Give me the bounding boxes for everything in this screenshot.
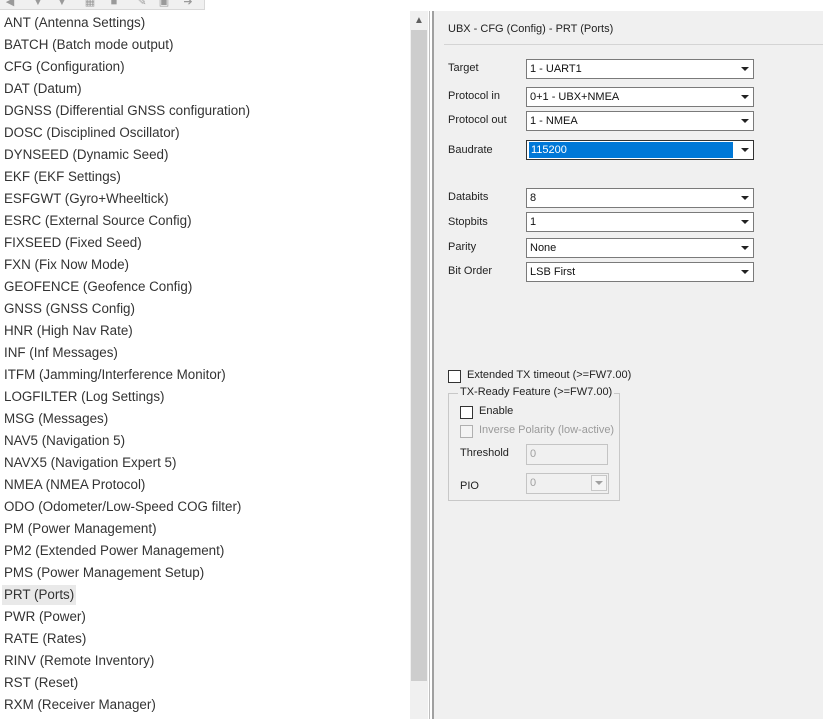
list-scrollbar[interactable]: ▲ — [410, 11, 428, 719]
target-label: Target — [448, 62, 479, 74]
list-item[interactable]: NAVX5 (Navigation Expert 5) — [2, 453, 178, 473]
list-item[interactable]: MSG (Messages) — [2, 409, 110, 429]
extended-tx-timeout-checkbox[interactable] — [448, 370, 461, 383]
threshold-field[interactable]: 0 — [526, 444, 608, 465]
save-icon[interactable]: ■ — [108, 0, 120, 8]
protocol-in-select[interactable]: 0+1 - UBX+NMEA — [526, 87, 754, 107]
scroll-thumb[interactable] — [411, 30, 427, 681]
list-item[interactable]: PRT (Ports) — [2, 585, 77, 605]
arrow-down-icon[interactable]: ▼ — [32, 0, 44, 8]
export-icon[interactable]: ▣ — [158, 0, 170, 8]
stopbits-select[interactable]: 1 — [526, 212, 754, 232]
bit-order-value: LSB First — [530, 266, 576, 278]
list-item[interactable]: RXM (Receiver Manager) — [2, 695, 158, 715]
grid-icon[interactable]: ▦ — [84, 0, 96, 8]
target-value: 1 - UART1 — [530, 63, 582, 75]
databits-label: Databits — [448, 191, 489, 203]
list-item[interactable]: PM (Power Management) — [2, 519, 159, 539]
list-item[interactable]: ODO (Odometer/Low-Speed COG filter) — [2, 497, 243, 517]
list-item[interactable]: ANT (Antenna Settings) — [2, 13, 147, 33]
chevron-down-icon[interactable] — [735, 60, 753, 78]
protocol-out-label: Protocol out — [448, 114, 507, 126]
tx-ready-enable-checkbox[interactable] — [460, 406, 473, 419]
list-item[interactable]: CFG (Configuration) — [2, 57, 127, 77]
protocol-out-select[interactable]: 1 - NMEA — [526, 111, 754, 131]
list-item[interactable]: EKF (EKF Settings) — [2, 167, 123, 187]
databits-value: 8 — [530, 192, 537, 204]
pio-label: PIO — [460, 480, 479, 492]
chevron-down-icon[interactable] — [735, 88, 753, 106]
arrow-down-icon[interactable]: ▼ — [56, 0, 68, 8]
list-item[interactable]: DYNSEED (Dynamic Seed) — [2, 145, 170, 165]
protocol-out-value: 1 - NMEA — [530, 115, 578, 127]
list-item[interactable]: ESFGWT (Gyro+Wheeltick) — [2, 189, 171, 209]
scroll-up-icon[interactable]: ▲ — [410, 11, 428, 29]
panel-title: UBX - CFG (Config) - PRT (Ports) — [448, 23, 614, 35]
list-item[interactable]: PM2 (Extended Power Management) — [2, 541, 226, 561]
tx-ready-enable-label: Enable — [479, 405, 514, 417]
title-divider — [444, 44, 823, 45]
forward-icon[interactable]: ➔ — [182, 0, 194, 8]
pio-select[interactable]: 0 — [526, 473, 609, 494]
list-item[interactable]: FIXSEED (Fixed Seed) — [2, 233, 144, 253]
parity-label: Parity — [448, 241, 477, 253]
list-item[interactable]: RST (Reset) — [2, 673, 80, 693]
list-item[interactable]: DOSC (Disciplined Oscillator) — [2, 123, 182, 143]
chevron-down-icon[interactable] — [735, 213, 753, 231]
list-item[interactable]: RATE (Rates) — [2, 629, 88, 649]
protocol-in-label: Protocol in — [448, 90, 500, 102]
chevron-down-icon[interactable] — [735, 141, 753, 159]
chevron-down-icon[interactable] — [591, 475, 607, 491]
list-item[interactable]: NAV5 (Navigation 5) — [2, 431, 127, 451]
parity-select[interactable]: None — [526, 238, 754, 258]
list-item[interactable]: PMS (Power Management Setup) — [2, 563, 206, 583]
list-item[interactable]: NMEA (NMEA Protocol) — [2, 475, 147, 495]
list-item[interactable]: DAT (Datum) — [2, 79, 84, 99]
edit-icon[interactable]: ✎ — [136, 0, 148, 8]
list-item[interactable]: RINV (Remote Inventory) — [2, 651, 156, 671]
list-item[interactable]: ESRC (External Source Config) — [2, 211, 194, 231]
baudrate-label: Baudrate — [448, 144, 493, 156]
bit-order-label: Bit Order — [448, 265, 493, 277]
inverse-polarity-label: Inverse Polarity (low-active) — [479, 424, 615, 436]
list-item[interactable]: HNR (High Nav Rate) — [2, 321, 135, 341]
chevron-down-icon[interactable] — [735, 263, 753, 281]
chevron-down-icon[interactable] — [735, 189, 753, 207]
config-panel: UBX - CFG (Config) - PRT (Ports) Target … — [432, 11, 823, 719]
toolbar: ◀ ▼ ▼ ▦ ■ ✎ ▣ ➔ — [0, 0, 205, 10]
list-item[interactable]: GEOFENCE (Geofence Config) — [2, 277, 194, 297]
inverse-polarity-checkbox[interactable] — [460, 425, 473, 438]
chevron-down-icon[interactable] — [735, 239, 753, 257]
list-item[interactable]: LOGFILTER (Log Settings) — [2, 387, 167, 407]
list-item[interactable]: ITFM (Jamming/Interference Monitor) — [2, 365, 228, 385]
tx-ready-group: TX-Ready Feature (>=FW7.00) Enable Inver… — [448, 386, 620, 501]
baudrate-value: 115200 — [529, 142, 733, 158]
list-item[interactable]: GNSS (GNSS Config) — [2, 299, 137, 319]
list-item[interactable]: FXN (Fix Now Mode) — [2, 255, 131, 275]
bit-order-select[interactable]: LSB First — [526, 262, 754, 282]
arrow-left-icon[interactable]: ◀ — [4, 0, 16, 8]
list-item[interactable]: DGNSS (Differential GNSS configuration) — [2, 101, 252, 121]
stopbits-label: Stopbits — [448, 216, 488, 228]
protocol-in-value: 0+1 - UBX+NMEA — [530, 91, 620, 103]
list-item[interactable]: BATCH (Batch mode output) — [2, 35, 175, 55]
chevron-down-icon[interactable] — [735, 112, 753, 130]
list-item[interactable]: PWR (Power) — [2, 607, 88, 627]
stopbits-value: 1 — [530, 216, 537, 228]
pio-value: 0 — [530, 477, 537, 489]
baudrate-select[interactable]: 115200 — [526, 140, 754, 160]
parity-value: None — [530, 242, 557, 254]
tx-ready-group-title: TX-Ready Feature (>=FW7.00) — [458, 386, 615, 398]
threshold-label: Threshold — [460, 447, 509, 459]
extended-tx-timeout-label: Extended TX timeout (>=FW7.00) — [467, 369, 632, 381]
databits-select[interactable]: 8 — [526, 188, 754, 208]
message-list: ANT (Antenna Settings) BATCH (Batch mode … — [0, 11, 430, 719]
target-select[interactable]: 1 - UART1 — [526, 59, 754, 79]
list-item[interactable]: INF (Inf Messages) — [2, 343, 120, 363]
